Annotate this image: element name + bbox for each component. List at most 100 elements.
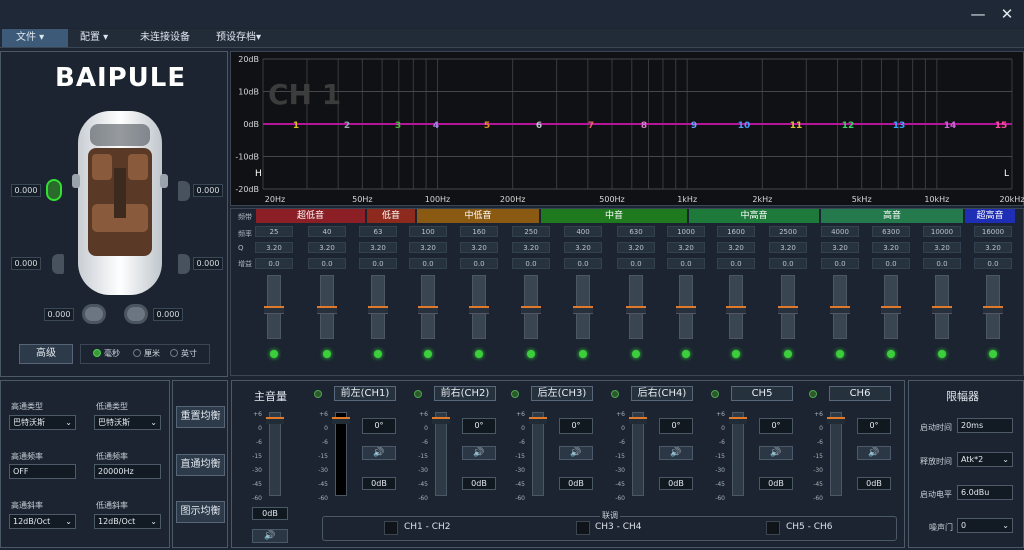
q-cell[interactable]: 3.20	[872, 242, 910, 253]
link-checkbox-ch1-ch2[interactable]	[384, 521, 398, 535]
eq-slider-thumb[interactable]	[830, 306, 850, 314]
freq-cell[interactable]: 1600	[717, 226, 755, 237]
eq-slider-thumb[interactable]	[983, 306, 1003, 314]
menu-preset[interactable]: 预设存档▾	[208, 29, 278, 47]
eq-slider-thumb[interactable]	[317, 306, 337, 314]
eq-slider-thumb[interactable]	[726, 306, 746, 314]
q-cell[interactable]: 3.20	[821, 242, 859, 253]
band-enable-led[interactable]	[475, 350, 483, 358]
front-left-speaker-icon[interactable]	[46, 179, 62, 201]
speaker-value-rear-left[interactable]: 0.000	[11, 257, 41, 270]
channel-name-button[interactable]: 前左(CH1)	[334, 386, 396, 401]
channel-fader[interactable]	[732, 412, 744, 496]
channel-gain-value[interactable]: 0dB	[759, 477, 793, 490]
gain-cell[interactable]: 0.0	[512, 258, 550, 269]
channel-fader-thumb[interactable]	[529, 417, 547, 424]
gain-cell[interactable]: 0.0	[974, 258, 1012, 269]
menu-file[interactable]: 文件 ▾	[2, 29, 68, 47]
rear-left-speaker-icon[interactable]	[52, 254, 64, 274]
channel-fader[interactable]	[335, 412, 347, 496]
channel-fader-thumb[interactable]	[332, 417, 350, 424]
graphic-eq-button[interactable]: 图示均衡	[176, 501, 225, 523]
freq-cell[interactable]: 630	[617, 226, 655, 237]
q-cell[interactable]: 3.20	[974, 242, 1012, 253]
freq-cell[interactable]: 100	[409, 226, 447, 237]
eq-band-point[interactable]: 1	[293, 121, 299, 131]
gain-cell[interactable]: 0.0	[564, 258, 602, 269]
channel-fader[interactable]	[532, 412, 544, 496]
freq-cell[interactable]: 4000	[821, 226, 859, 237]
eq-slider-thumb[interactable]	[418, 306, 438, 314]
channel-enable-led[interactable]	[809, 390, 817, 398]
eq-slider-thumb[interactable]	[881, 306, 901, 314]
eq-slider-thumb[interactable]	[469, 306, 489, 314]
menu-connection-status[interactable]: 未连接设备	[132, 29, 204, 47]
eq-band-point[interactable]: 9	[691, 121, 697, 131]
freq-cell[interactable]: 1000	[667, 226, 705, 237]
freq-cell[interactable]: 25	[255, 226, 293, 237]
freq-cell[interactable]: 16000	[974, 226, 1012, 237]
eq-band-point[interactable]: 7	[588, 121, 594, 131]
gain-cell[interactable]: 0.0	[769, 258, 807, 269]
master-mute-button[interactable]: 🔊	[252, 529, 288, 543]
channel-mute-button[interactable]: 🔊	[857, 446, 891, 460]
band-enable-led[interactable]	[270, 350, 278, 358]
band-enable-led[interactable]	[632, 350, 640, 358]
subwoofer-left-icon[interactable]	[82, 304, 106, 324]
channel-phase-box[interactable]: 0°	[362, 418, 396, 434]
eq-band-point[interactable]: 13	[893, 121, 906, 131]
channel-fader[interactable]	[830, 412, 842, 496]
reset-eq-button[interactable]: 重置均衡	[176, 406, 225, 428]
gain-cell[interactable]: 0.0	[460, 258, 498, 269]
hp-freq-input[interactable]: OFF	[9, 464, 76, 479]
bypass-eq-button[interactable]: 直通均衡	[176, 454, 225, 476]
eq-band-point[interactable]: 6	[536, 121, 542, 131]
hp-slope-select[interactable]: 12dB/Oct ⌄	[9, 514, 76, 529]
speaker-value-rear-right[interactable]: 0.000	[193, 257, 223, 270]
channel-phase-box[interactable]: 0°	[659, 418, 693, 434]
channel-gain-value[interactable]: 0dB	[559, 477, 593, 490]
band-enable-led[interactable]	[938, 350, 946, 358]
channel-name-button[interactable]: CH5	[731, 386, 793, 401]
eq-band-point[interactable]: 15	[995, 121, 1008, 131]
band-enable-led[interactable]	[732, 350, 740, 358]
q-cell[interactable]: 3.20	[255, 242, 293, 253]
channel-fader-thumb[interactable]	[729, 417, 747, 424]
band-enable-led[interactable]	[374, 350, 382, 358]
eq-slider-thumb[interactable]	[573, 306, 593, 314]
gain-cell[interactable]: 0.0	[667, 258, 705, 269]
q-cell[interactable]: 3.20	[409, 242, 447, 253]
channel-mute-button[interactable]: 🔊	[759, 446, 793, 460]
advanced-button[interactable]: 高级	[19, 344, 73, 364]
freq-cell[interactable]: 6300	[872, 226, 910, 237]
freq-cell[interactable]: 400	[564, 226, 602, 237]
q-cell[interactable]: 3.20	[717, 242, 755, 253]
menu-config[interactable]: 配置 ▾	[72, 29, 132, 47]
band-enable-led[interactable]	[579, 350, 587, 358]
channel-enable-led[interactable]	[511, 390, 519, 398]
eq-band-point[interactable]: 12	[842, 121, 855, 131]
eq-slider-thumb[interactable]	[521, 306, 541, 314]
channel-name-button[interactable]: 后左(CH3)	[531, 386, 593, 401]
eq-slider-thumb[interactable]	[676, 306, 696, 314]
channel-phase-box[interactable]: 0°	[559, 418, 593, 434]
channel-fader[interactable]	[435, 412, 447, 496]
threshold-input[interactable]: 6.0dBu	[957, 485, 1013, 500]
lp-type-select[interactable]: 巴特沃斯 ⌄	[94, 415, 161, 430]
eq-band-point[interactable]: 8	[641, 121, 647, 131]
eq-curve-chart[interactable]: 20dB 10dB 0dB -10dB -20dB 20Hz 50Hz 100Hz 200Hz 5…	[230, 51, 1024, 206]
eq-slider-thumb[interactable]	[778, 306, 798, 314]
speaker-value-front-right[interactable]: 0.000	[193, 184, 223, 197]
front-right-speaker-icon[interactable]	[178, 181, 190, 201]
channel-gain-value[interactable]: 0dB	[462, 477, 496, 490]
q-cell[interactable]: 3.20	[667, 242, 705, 253]
channel-enable-led[interactable]	[611, 390, 619, 398]
band-enable-led[interactable]	[682, 350, 690, 358]
q-cell[interactable]: 3.20	[617, 242, 655, 253]
gain-cell[interactable]: 0.0	[923, 258, 961, 269]
channel-fader-thumb[interactable]	[629, 417, 647, 424]
channel-mute-button[interactable]: 🔊	[462, 446, 496, 460]
q-cell[interactable]: 3.20	[359, 242, 397, 253]
q-cell[interactable]: 3.20	[769, 242, 807, 253]
channel-gain-value[interactable]: 0dB	[659, 477, 693, 490]
